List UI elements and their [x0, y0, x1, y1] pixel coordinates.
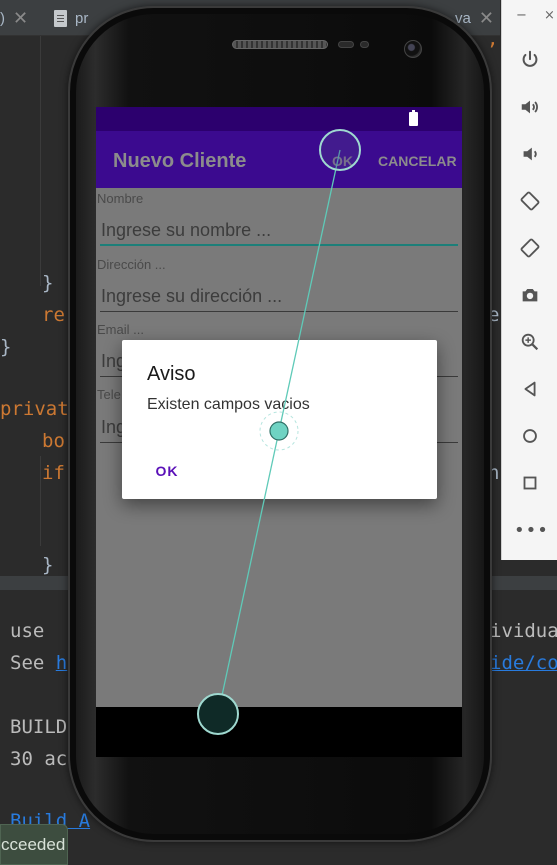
- code-line: }: [42, 272, 54, 294]
- screenshot-button[interactable]: [518, 283, 542, 307]
- dialog-message: Existen campos vacios: [147, 396, 310, 413]
- code-line: bo: [42, 430, 65, 452]
- code-fragment: ,: [487, 28, 499, 50]
- address-field[interactable]: [100, 282, 458, 312]
- minimize-icon[interactable]: −: [516, 8, 527, 23]
- home-icon: [523, 429, 537, 443]
- page-title: Nuevo Cliente: [113, 150, 247, 172]
- console-line: See h: [10, 652, 67, 674]
- console-link[interactable]: h: [56, 652, 67, 674]
- rotate-left-icon: [520, 191, 540, 211]
- dialog-ok-button[interactable]: OK: [144, 456, 190, 486]
- console-link[interactable]: ide/co: [490, 652, 557, 674]
- phone-label: Tele: [97, 387, 121, 402]
- code-line: }: [0, 336, 12, 358]
- console-text: See: [10, 652, 56, 674]
- ok-action-button[interactable]: OK: [332, 153, 353, 169]
- indent-guide: [40, 456, 41, 546]
- rotate-left-button[interactable]: [518, 189, 542, 213]
- file-icon: [54, 9, 67, 27]
- back-icon: [524, 381, 536, 397]
- back-button[interactable]: [518, 377, 542, 401]
- name-label: Nombre: [97, 191, 144, 206]
- sensor: [360, 41, 369, 48]
- ide-tab-label: pr: [75, 9, 89, 27]
- volume-up-icon: [521, 100, 538, 114]
- overview-button[interactable]: [518, 471, 542, 495]
- emulator-toolbar: − × •••: [501, 0, 557, 560]
- console-line: ividua: [490, 620, 557, 642]
- zoom-icon: [521, 333, 539, 351]
- dialog-title: Aviso: [147, 363, 196, 385]
- status-text: cceeded: [1, 835, 66, 854]
- code-line: }: [42, 554, 54, 576]
- volume-down-button[interactable]: [518, 142, 542, 166]
- navigation-bar: [96, 707, 462, 757]
- close-icon[interactable]: ✕: [479, 8, 494, 29]
- power-button[interactable]: [518, 48, 542, 72]
- status-bar: [96, 107, 462, 131]
- email-label: Email ...: [97, 322, 144, 337]
- ide-tab[interactable]: ) ✕: [0, 0, 28, 36]
- indent-guide: [40, 36, 41, 286]
- code-line: privat: [0, 398, 69, 420]
- rotate-right-button[interactable]: [518, 236, 542, 260]
- alert-dialog: Aviso Existen campos vacios OK: [122, 340, 437, 499]
- rotate-right-icon: [520, 238, 540, 258]
- console-line: 30 ac: [10, 748, 68, 770]
- close-icon[interactable]: ×: [544, 8, 555, 23]
- volume-up-button[interactable]: [518, 95, 542, 119]
- code-line: re: [42, 304, 65, 326]
- power-icon: [522, 50, 538, 67]
- code-line: if: [42, 462, 65, 484]
- close-icon[interactable]: ✕: [13, 8, 28, 29]
- front-camera: [404, 40, 422, 58]
- volume-down-icon: [523, 147, 537, 161]
- build-status-badge[interactable]: cceeded: [0, 824, 68, 865]
- console-line: use: [10, 620, 45, 642]
- ide-tab-label: ): [0, 9, 5, 27]
- app-bar: Nuevo Cliente OK CANCELAR: [96, 131, 462, 188]
- speaker-grille: [232, 40, 328, 49]
- ide-tab[interactable]: pr: [54, 0, 88, 36]
- emulator-window-controls: − ×: [502, 8, 557, 28]
- console-line: BUILD: [10, 716, 68, 738]
- address-label: Dirección ...: [97, 257, 166, 272]
- name-field[interactable]: [100, 216, 458, 246]
- zoom-button[interactable]: [518, 330, 542, 354]
- sensor: [338, 41, 354, 48]
- home-button[interactable]: [518, 424, 542, 448]
- more-options-button[interactable]: •••: [514, 520, 549, 541]
- cancel-action-button[interactable]: CANCELAR: [378, 153, 457, 169]
- battery-icon: [409, 110, 418, 126]
- overview-icon: [523, 476, 537, 490]
- camera-icon: [522, 289, 538, 302]
